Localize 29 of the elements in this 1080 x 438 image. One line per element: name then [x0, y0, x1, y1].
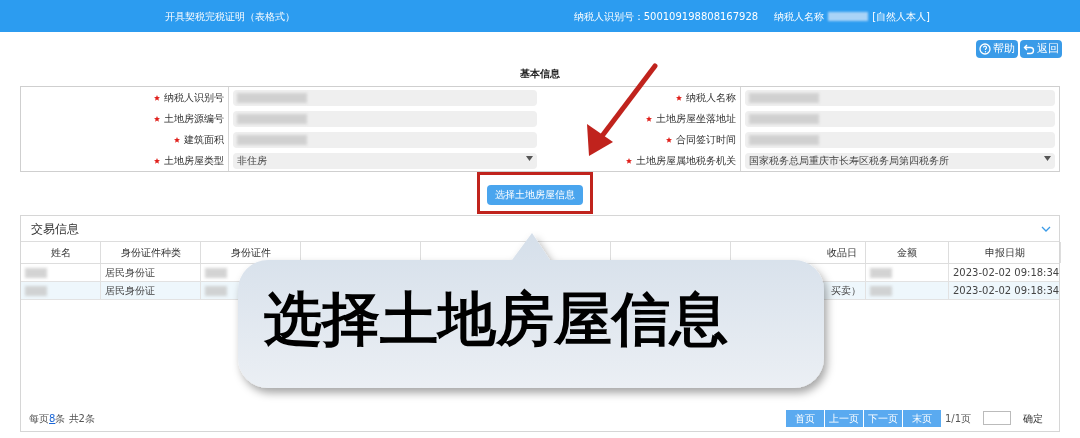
column-header: 姓名 [50, 246, 71, 260]
taxpayer-name-label: 纳税人名称 [774, 9, 825, 24]
taxpayer-type: [自然人本人] [872, 9, 930, 24]
table-cell-text: 居民身份证 [105, 284, 155, 298]
column-header: 申报日期 [984, 246, 1025, 260]
column-header: 身份证件种类 [120, 246, 181, 260]
field-label: 纳税人识别号 [164, 91, 224, 105]
table-cell-text: 2023-02-02 09:18:34 [953, 266, 1060, 280]
field-label: 土地房屋属地税务机关 [636, 154, 736, 168]
table-cell-text: 2023-02-02 09:18:34 [953, 284, 1060, 298]
panel-title: 交易信息 [31, 220, 79, 238]
page-title: 开具契税完税证明（表格式） [165, 9, 295, 24]
field-label: 土地房屋类型 [164, 154, 224, 168]
field-label: 纳税人名称 [686, 91, 736, 105]
field-label: 土地房屋坐落地址 [656, 112, 736, 126]
callout-text: 选择土地房屋信息 [264, 284, 728, 354]
field-label: 土地房源编号 [164, 112, 224, 126]
taxpayer-id: 纳税人识别号：500109198808167928 [573, 9, 759, 24]
page-size-prefix: 每页 [29, 411, 49, 426]
table-cell-text: 买卖） [831, 284, 861, 298]
field-label: 合同签订时间 [676, 133, 736, 147]
section-title: 基本信息 [519, 67, 561, 81]
page-info: 1/1页 [944, 411, 971, 426]
field-label: 建筑面积 [184, 133, 224, 147]
column-header: 收品日 [827, 246, 857, 260]
table-cell-text: 居民身份证 [105, 266, 155, 280]
column-header: 金额 [897, 246, 917, 260]
record-count: 条 共2条 [55, 411, 95, 426]
column-header: 身份证件 [230, 246, 271, 260]
